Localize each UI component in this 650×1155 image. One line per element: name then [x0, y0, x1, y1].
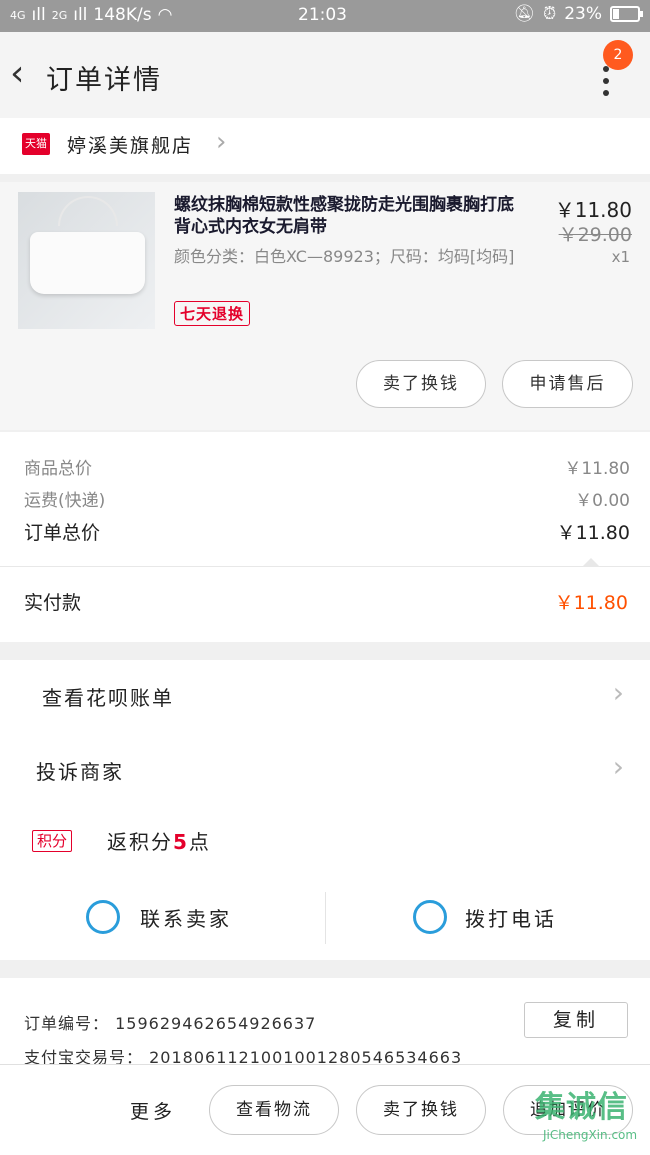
product-sku: 颜色分类：白色XC—89923；尺码：均码[均码] [174, 247, 515, 266]
notification-badge: 2 [603, 40, 633, 70]
alarm-icon: ⏰︎ [542, 4, 557, 24]
battery-icon [610, 6, 643, 22]
product-title: 螺纹抹胸棉短款性感聚拢防走光围胸裹胸打底背心式内衣女无肩带 [174, 195, 514, 237]
copy-button[interactable]: 复制 [524, 1002, 628, 1038]
shipping-row: 运费(快递) ￥0.00 [24, 486, 630, 511]
order-number-row: 订单编号： 159629462654926637 [24, 1010, 316, 1034]
product-card[interactable]: 螺纹抹胸棉短款性感聚拢防走光围胸裹胸打底背心式内衣女无肩带 颜色分类：白色XC—… [0, 182, 650, 430]
paid-value: ￥11.80 [554, 592, 628, 614]
watermark-url: JiChengXin.com [543, 1128, 638, 1142]
call-phone-button[interactable]: 拨打电话 [325, 894, 650, 944]
view-logistics-button[interactable]: 查看物流 [209, 1085, 339, 1135]
shipping-label: 运费(快递) [24, 491, 106, 511]
phone-icon [413, 900, 447, 934]
divider [0, 566, 650, 567]
page-title: 订单详情 [46, 65, 162, 96]
status-bar: 4G ıll 2G ıll 148K/s ◠ 21:03 🔕︎ ⏰︎ 23% [0, 0, 650, 32]
alipay-number-row: 支付宝交易号： 2018061121001001280546534663 [24, 1044, 462, 1064]
points-row: 积分 返积分5点 [0, 812, 650, 872]
watermark: 集诚信 JiChengXin.com [535, 1078, 647, 1152]
call-phone-label: 拨打电话 [465, 907, 557, 931]
signal-icon: 4G [10, 8, 26, 22]
contact-seller-label: 联系卖家 [140, 907, 232, 931]
order-total-label: 订单总价 [24, 522, 101, 544]
signal-bars-icon: ıll [31, 5, 46, 25]
chat-bubble-icon [86, 900, 120, 934]
points-suffix: 点 [188, 830, 211, 854]
clock: 21:03 [298, 5, 347, 25]
paid-label: 实付款 [24, 592, 82, 614]
divider-notch [583, 558, 599, 566]
nav-bar: ‹ 订单详情 2 [0, 32, 650, 118]
signal-bars-icon: ıll [73, 5, 88, 25]
watermark-logo: 集诚信 [535, 1090, 628, 1125]
order-total-value: ￥11.80 [556, 522, 630, 544]
points-number: 5 [173, 830, 189, 854]
contact-seller-button[interactable]: 联系卖家 [0, 894, 325, 944]
mute-icon: 🔕︎ [513, 4, 535, 24]
points-prefix: 返积分 [107, 830, 173, 854]
resell-button[interactable]: 卖了换钱 [356, 1085, 486, 1135]
huabei-bill-label: 查看花呗账单 [42, 686, 174, 710]
product-original-price: ￥29.00 [558, 224, 632, 246]
tmall-badge: 天猫 [22, 133, 50, 155]
order-actions: 查看花呗账单 › 投诉商家 › 积分 返积分5点 联系卖家 拨打电话 [0, 660, 650, 960]
product-image[interactable] [18, 192, 155, 329]
price-summary: 商品总价 ￥11.80 运费(快递) ￥0.00 订单总价 ￥11.80 实付款… [0, 432, 650, 642]
order-info: 订单编号： 159629462654926637 支付宝交易号： 2018061… [0, 978, 650, 1064]
after-sales-button[interactable]: 申请售后 [502, 360, 633, 408]
product-quantity: x1 [611, 248, 630, 266]
goods-total-label: 商品总价 [24, 459, 92, 479]
chevron-right-icon: › [216, 127, 227, 157]
product-price: ￥11.80 [554, 198, 632, 222]
complain-seller-label: 投诉商家 [36, 760, 124, 784]
alipay-number-label: 支付宝交易号： [24, 1048, 144, 1064]
chevron-right-icon: › [612, 750, 624, 783]
points-badge: 积分 [32, 830, 73, 852]
more-vertical-icon[interactable] [598, 66, 614, 96]
chevron-right-icon: › [612, 676, 624, 709]
signal2-icon: 2G [51, 8, 68, 22]
store-name: 婷溪美旗舰店 [67, 135, 194, 157]
seven-day-return-tag: 七天退换 [174, 301, 251, 326]
battery-percent: 23% [564, 4, 602, 24]
store-row[interactable]: 天猫 婷溪美旗舰店 › [0, 118, 650, 174]
battery-fill [613, 9, 619, 19]
network-speed: 148K/s [93, 5, 152, 25]
more-button[interactable]: 更多 [130, 1097, 176, 1124]
huabei-bill-row[interactable]: 查看花呗账单 › [0, 668, 650, 728]
points-text: 返积分5点 [107, 826, 211, 855]
alipay-number-value: 2018061121001001280546534663 [149, 1048, 463, 1064]
order-total-row: 订单总价 ￥11.80 [24, 518, 630, 545]
shipping-value: ￥0.00 [575, 491, 630, 511]
order-number-value: 159629462654926637 [115, 1014, 317, 1033]
chevron-left-icon[interactable]: ‹ [10, 54, 40, 94]
wifi-icon: ◠ [157, 5, 173, 25]
goods-total-value: ￥11.80 [564, 459, 630, 479]
complain-seller-row[interactable]: 投诉商家 › [0, 742, 650, 802]
resell-button[interactable]: 卖了换钱 [356, 360, 486, 408]
goods-total-row: 商品总价 ￥11.80 [24, 454, 630, 479]
order-number-label: 订单编号： [24, 1014, 110, 1033]
